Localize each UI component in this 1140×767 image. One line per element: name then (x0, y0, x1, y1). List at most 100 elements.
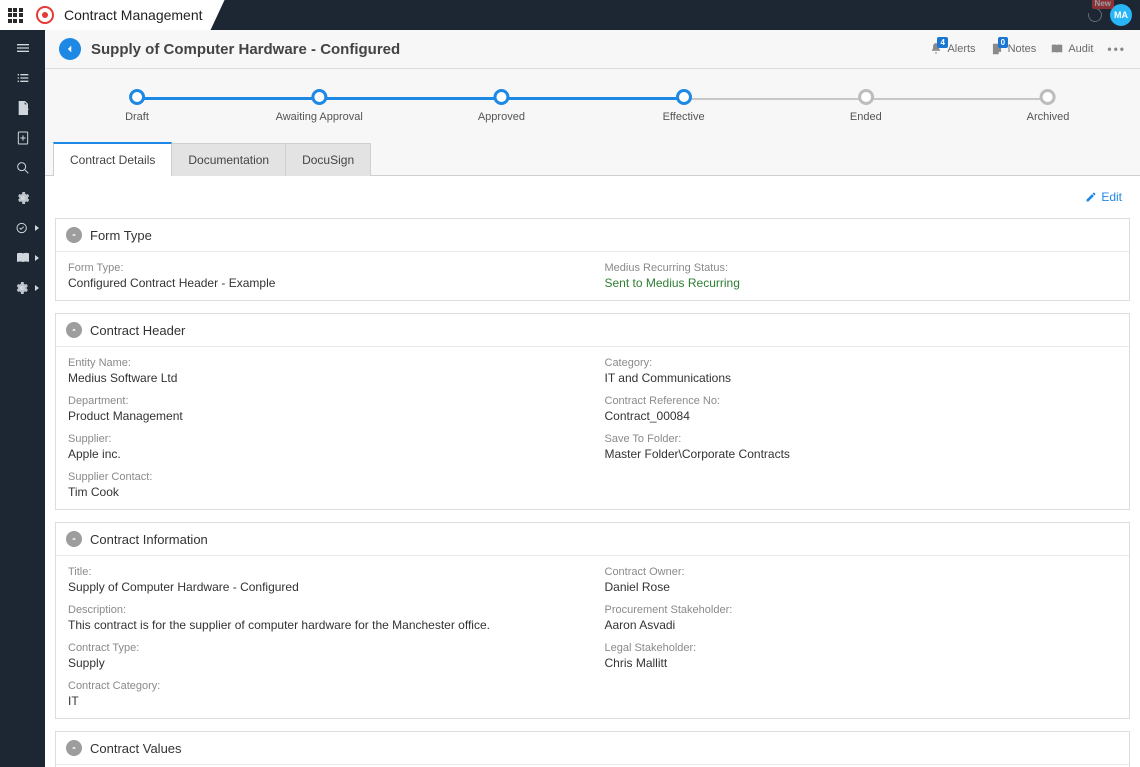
field-label: Contract Reference No: (605, 395, 1118, 407)
field-value: Sent to Medius Recurring (605, 276, 1118, 290)
audit-label: Audit (1068, 43, 1093, 55)
step-label: Approved (478, 111, 525, 123)
field-value: Product Management (68, 409, 581, 423)
brand-title: Contract Management (64, 7, 203, 23)
field-label: Contract Type: (68, 642, 581, 654)
field-label: Procurement Stakeholder: (605, 604, 1118, 616)
field-value: Supply (68, 656, 581, 670)
tab-docusign[interactable]: DocuSign (286, 143, 371, 176)
alerts-count: 4 (937, 37, 947, 48)
collapse-icon[interactable] (66, 227, 82, 243)
tab-documentation[interactable]: Documentation (172, 143, 286, 176)
collapse-icon[interactable] (66, 322, 82, 338)
step-ended[interactable]: Ended (850, 89, 882, 123)
step-label: Effective (663, 111, 705, 123)
step-effective[interactable]: Effective (663, 89, 705, 123)
panel-col-right: Category:IT and Communications Contract R… (605, 357, 1118, 499)
apps-grid-icon[interactable] (0, 0, 30, 30)
panel-col-left: Title:Supply of Computer Hardware - Conf… (68, 566, 581, 708)
field: Medius Recurring Status: Sent to Medius R… (605, 262, 1118, 290)
step-approved[interactable]: Approved (478, 89, 525, 123)
field: Supplier Contact:Tim Cook (68, 471, 581, 499)
field-label: Form Type: (68, 262, 581, 274)
step-label: Awaiting Approval (276, 111, 363, 123)
notes-button[interactable]: 0 Notes (990, 42, 1037, 56)
brand-logo-icon (36, 6, 54, 24)
field: Contract Category:IT (68, 680, 581, 708)
content: Form Type Form Type: Configured Contract H… (45, 218, 1140, 767)
collapse-icon[interactable] (66, 740, 82, 756)
sidebar-gear-icon[interactable] (0, 184, 45, 212)
field-value: Aaron Asvadi (605, 618, 1118, 632)
field-value: Tim Cook (68, 485, 581, 499)
field: Entity Name:Medius Software Ltd (68, 357, 581, 385)
topbar: Contract Management New MA (0, 0, 1140, 30)
step-label: Draft (125, 111, 149, 123)
panel-form-type: Form Type Form Type: Configured Contract H… (55, 218, 1130, 301)
field: Supplier:Apple inc. (68, 433, 581, 461)
field-value: Configured Contract Header - Example (68, 276, 581, 290)
brand-tab[interactable]: Contract Management (30, 0, 225, 30)
step-draft[interactable]: Draft (125, 89, 149, 123)
field-label: Department: (68, 395, 581, 407)
back-button[interactable] (59, 38, 81, 60)
field: Contract Owner: Daniel Rose (605, 566, 1118, 594)
sidebar-list-icon[interactable] (0, 64, 45, 92)
field: Legal Stakeholder:Chris Mallitt (605, 642, 1118, 670)
field: Form Type: Configured Contract Header - E… (68, 262, 581, 290)
field: Contract Type: Supply (68, 642, 581, 670)
alerts-button[interactable]: 4 Alerts (929, 42, 975, 56)
field-label: Description: (68, 604, 581, 616)
field: Category:IT and Communications (605, 357, 1118, 385)
panel-contract-header: Contract Header Entity Name:Medius Softwa… (55, 313, 1130, 510)
field-label: Contract Owner: (605, 566, 1118, 578)
panel-contract-information: Contract Information Title:Supply of Comp… (55, 522, 1130, 719)
tabs: Contract DetailsDocumentationDocuSign (45, 141, 1140, 176)
pencil-icon (1085, 191, 1097, 203)
collapse-icon[interactable] (66, 531, 82, 547)
panel-title: Contract Information (90, 532, 208, 547)
refresh-icon[interactable]: New (1086, 6, 1104, 24)
panel-title: Contract Values (90, 741, 182, 756)
sidebar-book-icon[interactable] (0, 244, 45, 272)
panel-title: Form Type (90, 228, 152, 243)
sidebar (0, 30, 45, 767)
panel-title: Contract Header (90, 323, 185, 338)
step-awaiting-approval[interactable]: Awaiting Approval (276, 89, 363, 123)
topbar-left: Contract Management (0, 0, 225, 30)
sidebar-approve-icon[interactable] (0, 214, 45, 242)
audit-button[interactable]: Audit (1050, 42, 1093, 56)
panel-col-right: Medius Recurring Status: Sent to Medius R… (605, 262, 1118, 290)
edit-label: Edit (1101, 190, 1122, 204)
field-label: Title: (68, 566, 581, 578)
sidebar-menu-icon[interactable] (0, 34, 45, 62)
header-actions: 4 Alerts 0 Notes Audit ••• (929, 42, 1126, 56)
step-label: Archived (1027, 111, 1070, 123)
field-label: Category: (605, 357, 1118, 369)
field-value: Medius Software Ltd (68, 371, 581, 385)
tab-contract-details[interactable]: Contract Details (53, 142, 172, 176)
book-open-icon (1050, 42, 1064, 56)
sidebar-document-icon[interactable] (0, 94, 45, 122)
sidebar-add-document-icon[interactable] (0, 124, 45, 152)
panel-col-left: Form Type: Configured Contract Header - E… (68, 262, 581, 290)
more-menu-icon[interactable]: ••• (1107, 42, 1126, 56)
sidebar-search-icon[interactable] (0, 154, 45, 182)
field: Title:Supply of Computer Hardware - Conf… (68, 566, 581, 594)
field-label: Medius Recurring Status: (605, 262, 1118, 274)
edit-button[interactable]: Edit (1085, 182, 1122, 212)
field-value: This contract is for the supplier of com… (68, 618, 581, 632)
panel-col-left: Entity Name:Medius Software Ltd Departmen… (68, 357, 581, 499)
panel-col-right: Contract Owner: Daniel Rose Procurement St… (605, 566, 1118, 708)
step-label: Ended (850, 111, 882, 123)
field-value: Daniel Rose (605, 580, 1118, 594)
panel-contract-values: Contract ValuesEstimated Contract Value:… (55, 731, 1130, 767)
stepper: Draft Awaiting Approval Approved Effective E… (45, 69, 1140, 141)
new-badge: New (1092, 0, 1114, 9)
field-value: IT (68, 694, 581, 708)
sidebar-settings-icon[interactable] (0, 274, 45, 302)
main: Supply of Computer Hardware - Configured… (45, 30, 1140, 767)
step-archived[interactable]: Archived (1027, 89, 1070, 123)
field: Contract Reference No:Contract_00084 (605, 395, 1118, 423)
topbar-right: New MA (1086, 4, 1140, 26)
